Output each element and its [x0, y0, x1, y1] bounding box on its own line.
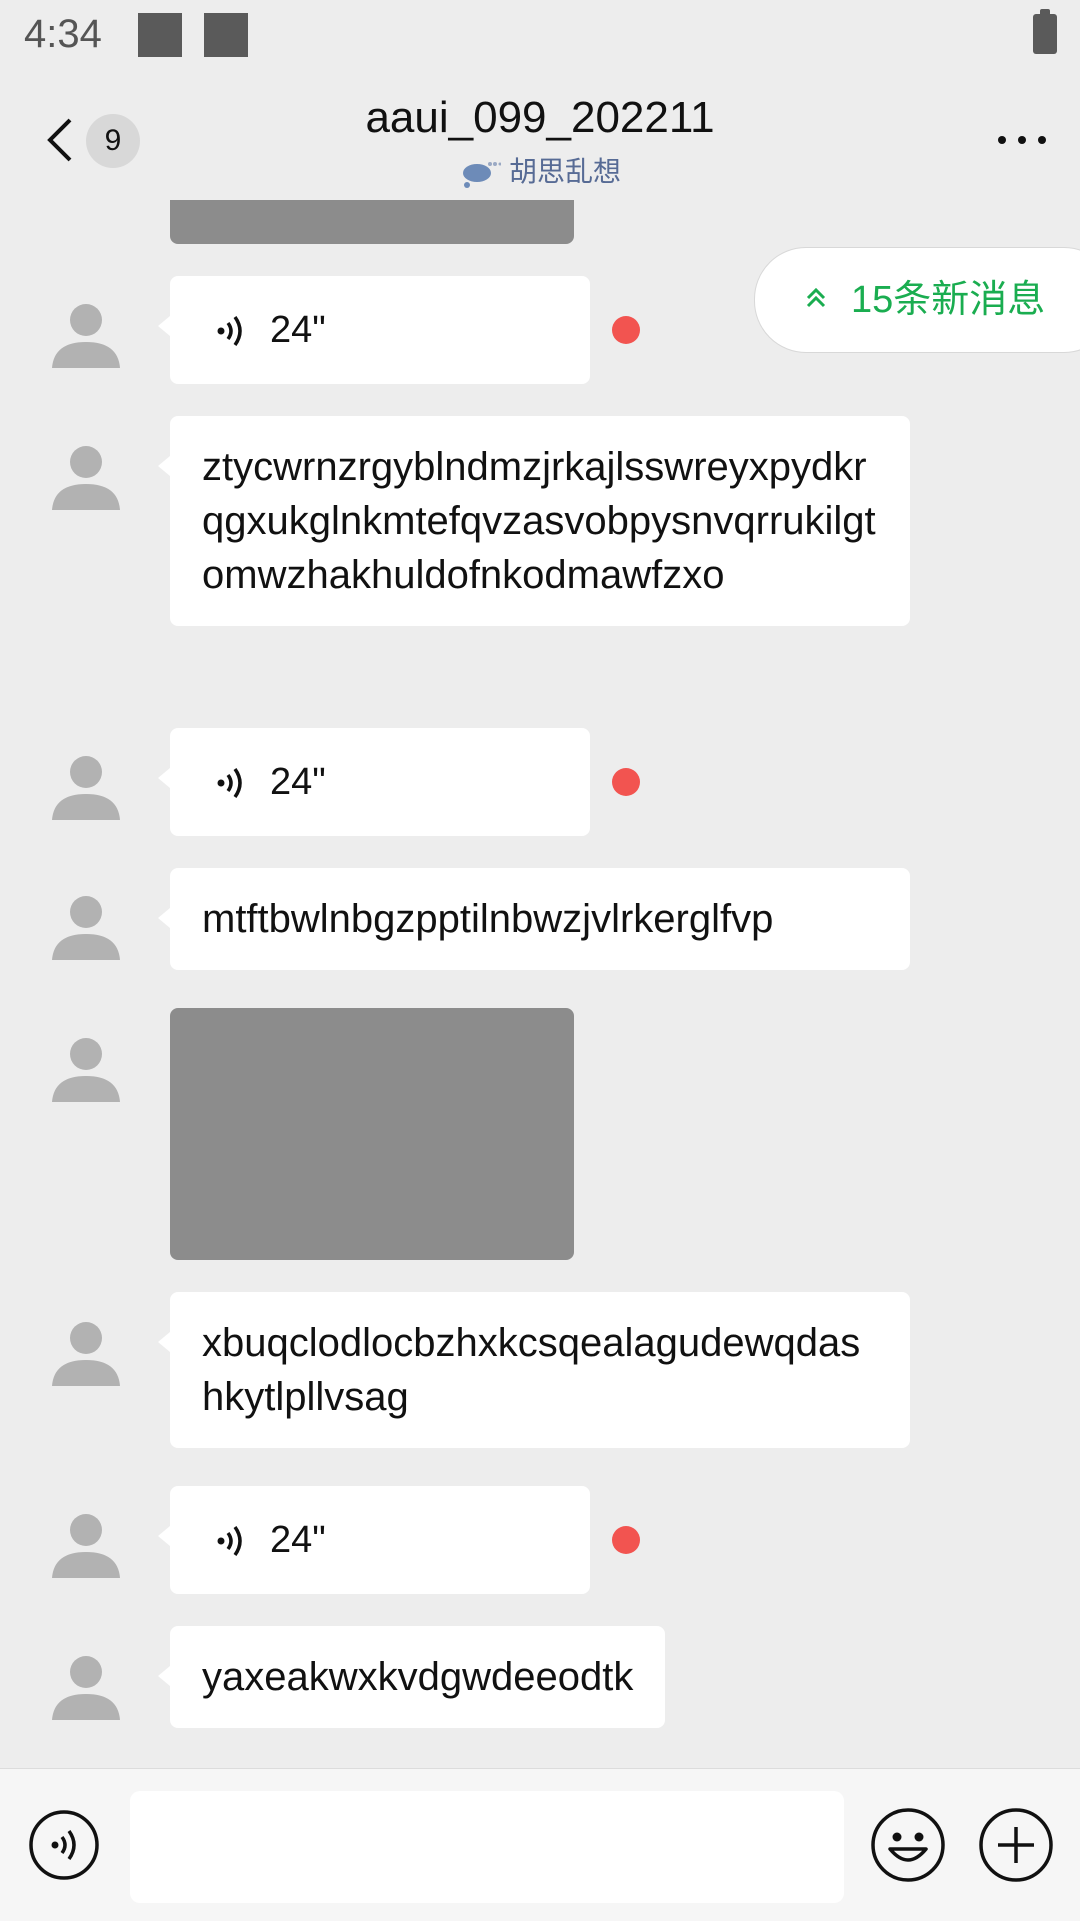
more-button[interactable]	[992, 125, 1052, 155]
voice-input-button[interactable]	[28, 1809, 100, 1881]
chat-status: 胡思乱想	[0, 150, 1080, 190]
unread-dot	[612, 1526, 640, 1554]
new-messages-button[interactable]: 15条新消息	[754, 247, 1080, 353]
text-message[interactable]: xbuqclodlocbzhxkcsqealagudewqdashkytlpll…	[158, 1292, 910, 1448]
status-bar: 4:34	[0, 0, 1080, 75]
voice-icon	[217, 1525, 242, 1557]
text-message[interactable]: mtftbwlnbgzpptilnbwzjvlrkerglfvp	[158, 868, 910, 970]
voice-duration: 24"	[270, 761, 326, 803]
text-message[interactable]: ztycwrnzrgyblndmzjrkajlsswreyxpydkrqgxuk…	[158, 416, 910, 626]
unread-dot	[612, 316, 640, 344]
avatar[interactable]	[50, 296, 122, 368]
voice-duration: 24"	[270, 1519, 326, 1561]
more-icon	[998, 136, 1046, 144]
voice-message[interactable]: 24"	[158, 1486, 590, 1594]
plus-icon	[979, 1808, 1053, 1882]
status-time: 4:34	[24, 12, 102, 56]
voice-icon	[29, 1810, 99, 1880]
avatar[interactable]	[50, 888, 122, 960]
avatar[interactable]	[50, 438, 122, 510]
avatar[interactable]	[50, 1030, 122, 1102]
chat-status-text: 胡思乱想	[508, 156, 621, 187]
image-message[interactable]	[170, 1008, 574, 1260]
chat-title: aaui_099_202211	[365, 93, 715, 142]
voice-icon	[217, 315, 242, 347]
voice-message[interactable]: 24"	[158, 276, 590, 384]
notification-icon	[138, 13, 182, 57]
battery-icon	[1033, 9, 1057, 54]
message-input[interactable]	[130, 1791, 844, 1903]
message-list[interactable]: 24" ztycwrnzrgyblndmzjrkajlsswreyxpydkrq…	[0, 200, 1080, 1768]
text-message[interactable]: yaxeakwxkvdgwdeeodtk	[157, 1626, 666, 1728]
emoji-icon	[871, 1808, 945, 1882]
emoji-button[interactable]	[870, 1807, 946, 1883]
chat-header: 9 aaui_099_202211 胡思乱想	[0, 75, 1080, 200]
unread-dot	[612, 768, 640, 796]
voice-message[interactable]: 24"	[158, 728, 590, 836]
image-message[interactable]	[170, 200, 574, 244]
double-chevron-up-icon	[806, 287, 826, 308]
avatar[interactable]	[50, 748, 122, 820]
voice-icon	[217, 767, 242, 799]
new-messages-label: 15条新消息	[851, 279, 1046, 321]
avatar[interactable]	[50, 1506, 122, 1578]
input-bar	[0, 1768, 1080, 1921]
notification-icon	[204, 13, 248, 57]
voice-duration: 24"	[270, 309, 326, 351]
avatar[interactable]	[50, 1314, 122, 1386]
more-functions-button[interactable]	[978, 1807, 1054, 1883]
thought-bubble-icon	[462, 161, 502, 188]
avatar[interactable]	[50, 1648, 122, 1720]
